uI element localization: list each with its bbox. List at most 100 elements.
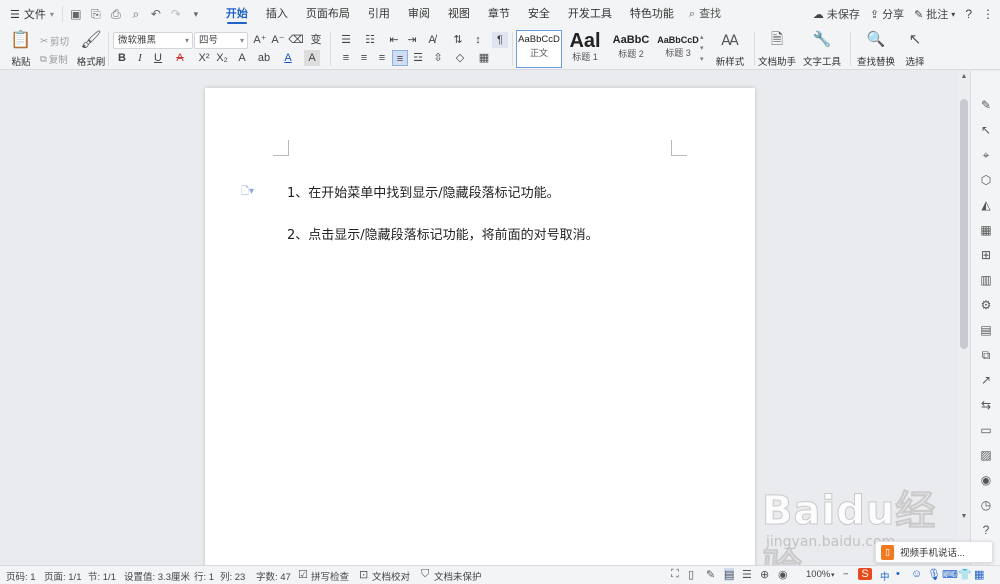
shape-icon[interactable]: ⬡ xyxy=(978,172,994,188)
tab-developer[interactable]: 开发工具 xyxy=(559,0,621,28)
grid-icon[interactable]: ⊞ xyxy=(978,247,994,263)
help-icon[interactable]: ? xyxy=(965,7,972,21)
document-proofread[interactable]: 文档校对 xyxy=(372,569,410,583)
edit-icon[interactable]: ✎ xyxy=(978,97,994,113)
zoom-out-icon[interactable]: − xyxy=(843,569,849,580)
brand-icon[interactable]: ◉ xyxy=(978,472,994,488)
punctuation-icon[interactable]: • xyxy=(896,568,900,580)
help-circle-icon[interactable]: ? xyxy=(978,522,994,538)
unsaved-status[interactable]: ☁ 未保存 xyxy=(813,6,860,22)
borders-icon[interactable]: ▦ xyxy=(476,50,492,66)
setting-value[interactable]: 设置值: 3.3厘米 xyxy=(124,569,190,583)
read-mode-icon[interactable]: ▯ xyxy=(688,568,694,581)
customize-icon[interactable]: ▾ xyxy=(187,9,205,20)
document-page[interactable]: 🗋▾ 1、在开始菜单中找到显示/隐藏段落标记功能。 2、点击显示/隐藏段落标记功… xyxy=(205,88,755,568)
image-icon[interactable]: ▨ xyxy=(978,447,994,463)
sort-icon[interactable]: ⇅ xyxy=(450,32,466,48)
justify-icon[interactable]: ≡ xyxy=(392,50,408,66)
more-icon[interactable]: ⋮ xyxy=(982,7,994,21)
increase-indent-icon[interactable]: ⇥ xyxy=(404,32,420,48)
format-painter-button[interactable]: 🖌 格式刷 xyxy=(74,30,108,68)
clothes-icon[interactable]: 👕 xyxy=(958,568,972,581)
page-number[interactable]: 页码: 1 xyxy=(6,569,36,583)
paragraph-spacing-icon[interactable]: ⇳ xyxy=(430,50,446,66)
text-tools-button[interactable]: 🔧 文字工具 xyxy=(800,30,844,68)
font-size-select[interactable]: 四号 ▾ xyxy=(194,32,248,49)
shading-icon[interactable]: ◇ xyxy=(452,50,468,66)
pinyin-icon[interactable]: 变 xyxy=(308,32,324,48)
gallery-scroll-icon[interactable]: ▴ ▾ ▾ xyxy=(700,32,704,65)
tab-special-features[interactable]: 特色功能 xyxy=(621,0,683,28)
text-effect-icon[interactable]: A xyxy=(234,50,250,66)
highlight-icon[interactable]: ab xyxy=(256,50,272,66)
sogou-input-icon[interactable]: S xyxy=(858,568,872,580)
strikethrough-icon[interactable]: A xyxy=(172,50,188,66)
underline-icon[interactable]: U xyxy=(150,50,166,66)
cut-button[interactable]: ✂ 剪切 xyxy=(40,34,69,49)
show-paragraph-marks-icon[interactable]: ¶ xyxy=(492,32,508,48)
bullets-icon[interactable]: ☰ xyxy=(338,32,354,48)
word-count[interactable]: 字数: 47 xyxy=(256,569,291,583)
backup-icon[interactable]: ⧉ xyxy=(978,347,994,363)
page-count[interactable]: 页面: 1/1 xyxy=(44,569,82,583)
spell-check[interactable]: 拼写检查 xyxy=(311,569,349,583)
italic-icon[interactable]: I xyxy=(132,50,148,66)
phone-notification-popup[interactable]: ▯ 视频手机说话... xyxy=(875,541,993,563)
decrease-indent-icon[interactable]: ⇤ xyxy=(386,32,402,48)
paragraph[interactable]: 1、在开始菜单中找到显示/隐藏段落标记功能。 xyxy=(287,182,560,201)
align-center-icon[interactable]: ≡ xyxy=(356,50,372,66)
superscript-icon[interactable]: X² xyxy=(196,50,212,66)
scroll-thumb[interactable] xyxy=(960,99,968,349)
clear-format-icon[interactable]: ⌫ xyxy=(288,32,304,48)
tab-insert[interactable]: 插入 xyxy=(257,0,297,28)
char-shading-icon[interactable]: A xyxy=(304,50,320,66)
subscript-icon[interactable]: X₂ xyxy=(214,50,230,66)
font-name-select[interactable]: 微软雅黑 ▾ xyxy=(113,32,193,49)
copy-button[interactable]: ⧉ 复制 xyxy=(40,52,68,67)
redo-icon[interactable]: ↷ xyxy=(167,7,185,21)
comment-button[interactable]: ✎ 批注 ▾ xyxy=(914,6,955,22)
doc-assistant-button[interactable]: 🗎 文档助手 xyxy=(758,30,796,68)
location-icon[interactable]: ⌖ xyxy=(978,147,994,163)
scroll-up-icon[interactable]: ▲ xyxy=(958,73,970,80)
style-normal[interactable]: AaBbCcD 正文 xyxy=(516,30,562,68)
tab-view[interactable]: 视图 xyxy=(439,0,479,28)
eye-protection-icon[interactable]: ◉ xyxy=(778,568,788,581)
tab-security[interactable]: 安全 xyxy=(519,0,559,28)
fullscreen-icon[interactable]: ⛶ xyxy=(671,568,679,581)
tab-page-layout[interactable]: 页面布局 xyxy=(297,0,359,28)
translate-icon[interactable]: ⇆ xyxy=(978,397,994,413)
ime-chinese-icon[interactable]: 中 xyxy=(880,569,890,583)
undo-icon[interactable]: ↶ xyxy=(147,7,165,21)
outline-view-icon[interactable]: ☰ xyxy=(742,568,752,581)
navigation-icon[interactable]: ◭ xyxy=(978,197,994,213)
numbering-icon[interactable]: ☷ xyxy=(362,32,378,48)
print-preview-icon[interactable]: ⌕ xyxy=(127,7,145,22)
tab-chapter[interactable]: 章节 xyxy=(479,0,519,28)
chinese-layout-icon[interactable]: A̸ xyxy=(424,32,440,48)
archive-icon[interactable]: ▭ xyxy=(978,422,994,438)
settings-sliders-icon[interactable]: ⚙ xyxy=(978,297,994,313)
line-spacing-icon[interactable]: ↕ xyxy=(470,32,486,48)
emoji-icon[interactable]: ☺ xyxy=(911,568,922,580)
select-button[interactable]: ↖ 选择 xyxy=(900,30,930,68)
toolbox-icon[interactable]: ▦ xyxy=(974,568,984,581)
style-heading-2[interactable]: AaBbC 标题 2 xyxy=(608,30,654,68)
font-color-icon[interactable]: A xyxy=(280,50,296,66)
share-button[interactable]: ⇪ 分享 xyxy=(870,6,904,22)
grow-font-icon[interactable]: A⁺ xyxy=(252,32,268,48)
share-out-icon[interactable]: ↗ xyxy=(978,372,994,388)
paragraph-handle-icon[interactable]: 🗋▾ xyxy=(241,184,254,201)
protection-status[interactable]: 文档未保护 xyxy=(434,569,482,583)
chart-icon[interactable]: ▥ xyxy=(978,272,994,288)
tab-home[interactable]: 开始 xyxy=(217,0,257,28)
style-heading-3[interactable]: AaBbCcD 标题 3 xyxy=(656,30,700,68)
chevron-down-icon[interactable]: ▾ xyxy=(831,571,835,579)
find-replace-button[interactable]: 🔍 查找替换 xyxy=(854,30,898,68)
shrink-font-icon[interactable]: A⁻ xyxy=(270,32,286,48)
row-info[interactable]: 行: 1 xyxy=(194,569,214,583)
search-command[interactable]: ⌕ 查找 xyxy=(683,0,730,28)
tab-references[interactable]: 引用 xyxy=(359,0,399,28)
history-icon[interactable]: ◷ xyxy=(978,497,994,513)
print-icon[interactable]: ⎙ xyxy=(107,7,125,22)
